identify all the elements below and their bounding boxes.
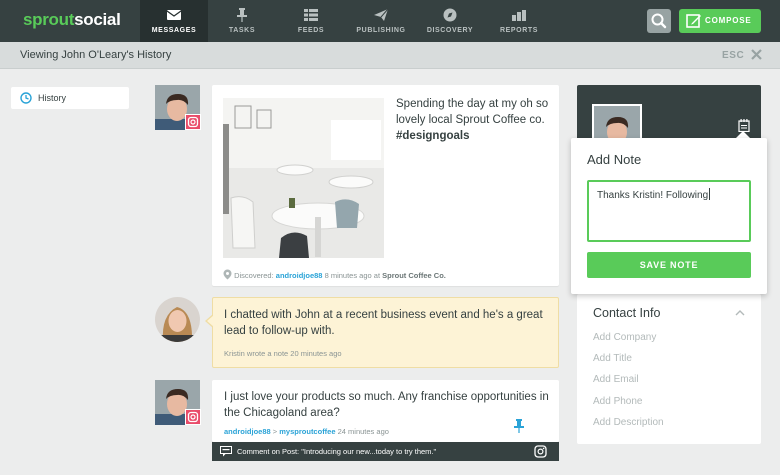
post-photo[interactable] [223,98,384,258]
search-icon [651,13,667,29]
contact-info-panel: Contact Info Add Company Add Title Add E… [577,294,761,444]
post-text: I just love your products so much. Any f… [224,391,549,419]
bar-chart-icon [512,10,526,21]
page-title: Viewing John O'Leary's History [20,49,172,61]
target-account-link[interactable]: mysproutcoffee [279,427,335,436]
note-textarea[interactable]: Thanks Kristin! Following [587,180,751,242]
compass-icon [443,8,457,22]
top-nav: sproutsocial MESSAGES TASKS FEEDS PUBLIS… [0,0,780,42]
nav-label: DISCOVERY [426,27,474,34]
add-note-popover: Add Note Thanks Kristin! Following SAVE … [571,138,767,294]
sidebar-item-history[interactable]: History [11,87,129,109]
contact-info-title: Contact Info [593,306,661,320]
instagram-icon [187,411,199,423]
compose-label: COMPOSE [705,16,752,25]
avatar-kristin[interactable] [155,297,200,342]
post-card[interactable]: I just love your products so much. Any f… [212,380,559,442]
note-arrow-fill [207,315,214,327]
nav-publishing[interactable]: PUBLISHING [347,0,415,42]
instagram-icon [534,445,547,458]
add-title-field[interactable]: Add Title [593,353,632,364]
popover-arrow [736,131,750,138]
search-button[interactable] [647,9,671,33]
nav-label: REPORTS [499,27,539,34]
post-meta: Discovered: androidjoe88 8 minutes ago a… [223,269,446,280]
text-caret [709,188,711,200]
comment-context-text: Comment on Post: "Introducing our new...… [237,447,437,456]
chevron-up-icon[interactable] [735,309,745,316]
add-description-field[interactable]: Add Description [593,417,664,428]
username-link[interactable]: androidjoe88 [276,271,323,280]
note-text: I chatted with John at a recent business… [224,309,543,337]
compose-icon [686,14,701,28]
kristin-photo [155,297,200,342]
post-card[interactable]: Spending the day at my oh so lovely loca… [212,85,559,286]
comment-icon [220,446,232,457]
sidebar-item-label: History [38,93,67,103]
comment-context-bar[interactable]: Comment on Post: "Introducing our new...… [212,442,559,461]
instagram-badge [185,114,201,130]
nav-label: TASKS [228,27,256,34]
add-email-field[interactable]: Add Email [593,374,639,385]
add-company-field[interactable]: Add Company [593,332,656,343]
nav-label: MESSAGES [151,27,197,34]
clock-icon [20,92,32,104]
note-meta: Kristin wrote a note 20 minutes ago [224,349,342,358]
sproutsocial-logo[interactable]: sproutsocial [23,10,121,30]
history-header: Viewing John O'Leary's History ESC [0,42,780,69]
hashtag[interactable]: #designgoals [396,130,470,142]
post-meta: androidjoe88 > mysproutcoffee 24 minutes… [224,427,389,436]
place-link[interactable]: Sprout Coffee Co. [382,271,446,280]
instagram-badge [185,409,201,425]
note-card: I chatted with John at a recent business… [212,297,559,368]
nav-tasks[interactable]: TASKS [208,0,276,42]
paper-plane-icon [374,8,389,21]
nav-label: PUBLISHING [356,27,406,34]
nav-reports[interactable]: REPORTS [485,0,553,42]
close-icon[interactable] [750,48,763,61]
esc-label[interactable]: ESC [722,50,744,61]
save-note-button[interactable]: SAVE NOTE [587,252,751,278]
nav-label: FEEDS [297,27,325,34]
instagram-icon [187,116,199,128]
envelope-icon [166,10,182,20]
pin-icon [237,8,247,22]
username-link[interactable]: androidjoe88 [224,427,271,436]
nav-messages[interactable]: MESSAGES [140,0,208,42]
compose-button[interactable]: COMPOSE [679,9,761,33]
add-note-title: Add Note [587,152,642,167]
nav-feeds[interactable]: FEEDS [277,0,345,42]
post-text: Spending the day at my oh so lovely loca… [396,98,549,142]
nav-discovery[interactable]: DISCOVERY [416,0,484,42]
cafe-photo [223,98,384,258]
pin-icon[interactable] [513,419,525,433]
feeds-list-icon [304,9,318,21]
location-pin-icon [223,269,232,280]
add-phone-field[interactable]: Add Phone [593,396,643,407]
